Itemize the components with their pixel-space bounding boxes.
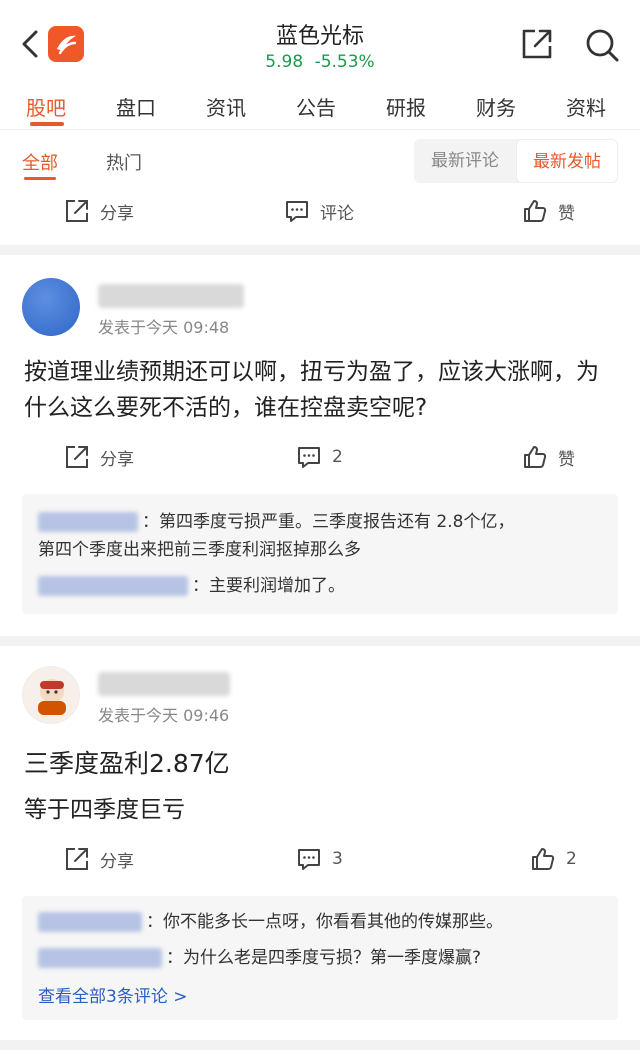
comment-sep: ： xyxy=(142,512,159,532)
post-divider xyxy=(0,636,640,646)
commenter-name-blurred xyxy=(38,912,142,932)
comment-button[interactable]: 3 xyxy=(296,846,343,872)
share-button[interactable]: 分享 xyxy=(64,846,134,872)
share-button[interactable]: 分享 xyxy=(64,198,134,224)
commenter-name-blurred xyxy=(38,512,138,532)
comment-icon xyxy=(298,447,320,468)
tab-news[interactable]: 资讯 xyxy=(206,92,246,121)
like-button[interactable]: 赞 xyxy=(522,444,575,470)
tab-profile[interactable]: 资料 xyxy=(566,92,606,121)
filter-all[interactable]: 全部 xyxy=(22,149,58,175)
comment-item[interactable]: ：第四季度亏损严重。三季度报告还有 2.8个亿， xyxy=(38,508,514,536)
comment-icon xyxy=(298,849,320,870)
search-icon[interactable] xyxy=(584,27,620,63)
like-button[interactable]: 赞 xyxy=(522,198,575,224)
share-button[interactable]: 分享 xyxy=(64,444,134,470)
post-title[interactable]: 三季度盈利2.87亿 xyxy=(24,746,620,782)
comment-text: 你不能多长一点呀，你看看其他的传媒那些。 xyxy=(163,912,503,932)
comment-button[interactable]: 2 xyxy=(296,444,343,470)
sort-latest-comment[interactable]: 最新评论 xyxy=(414,139,516,183)
tab-guba[interactable]: 股吧 xyxy=(26,92,66,121)
username-blurred[interactable] xyxy=(98,284,244,308)
post-divider xyxy=(0,245,640,255)
comment-icon xyxy=(286,201,308,222)
avatar-illustration-icon xyxy=(38,679,66,715)
share-icon[interactable] xyxy=(520,27,554,61)
username-blurred[interactable] xyxy=(98,672,230,696)
post-time: 发表于今天 09:46 xyxy=(98,706,230,725)
share-icon xyxy=(66,848,88,870)
comment-text: 主要利润增加了。 xyxy=(209,576,345,596)
sort-toggle: 最新评论 最新发帖 xyxy=(414,139,618,183)
thumbs-up-icon xyxy=(524,446,547,468)
commenter-name-blurred xyxy=(38,948,162,968)
tab-announcements[interactable]: 公告 xyxy=(296,92,336,121)
comment-text: 第四季度亏损严重。三季度报告还有 2.8个亿， xyxy=(159,512,515,532)
like-button[interactable]: 2 xyxy=(530,846,577,872)
comment-label: 评论 xyxy=(320,203,354,224)
commenter-name-blurred xyxy=(38,576,188,596)
post-text[interactable]: 按道理业绩预期还可以啊，扭亏为盈了，应该大涨啊，为什么这么要死不活的，谁在控盘卖… xyxy=(24,354,620,426)
top-bar: 蓝色光标 5.98 -5.53% xyxy=(0,0,640,80)
tab-finance[interactable]: 财务 xyxy=(476,92,516,121)
stock-change: -5.53% xyxy=(314,52,375,72)
like-label: 赞 xyxy=(558,449,575,470)
share-icon xyxy=(66,446,88,468)
like-count: 2 xyxy=(566,849,577,869)
share-label: 分享 xyxy=(100,851,134,872)
share-label: 分享 xyxy=(100,449,134,470)
thumbs-up-icon xyxy=(532,848,555,870)
comment-item[interactable]: ：主要利润增加了。 xyxy=(38,572,345,600)
like-label: 赞 xyxy=(558,203,575,224)
filter-active-indicator xyxy=(24,177,56,180)
main-tabs: 股吧 盘口 资讯 公告 研报 财务 资料 xyxy=(0,82,640,130)
tab-research[interactable]: 研报 xyxy=(386,92,426,121)
filter-hot[interactable]: 热门 xyxy=(106,149,142,175)
comment-preview-box: ：第四季度亏损严重。三季度报告还有 2.8个亿， 第四个季度出来把前三季度利润抠… xyxy=(22,494,618,614)
share-label: 分享 xyxy=(100,203,134,224)
filter-bar: 全部 热门 最新评论 最新发帖 xyxy=(0,131,640,191)
view-all-comments-link[interactable]: 查看全部3条评论 > xyxy=(38,982,187,1007)
comment-sep: ： xyxy=(192,576,209,596)
comment-count: 3 xyxy=(332,849,343,869)
share-icon xyxy=(66,200,88,222)
tab-active-indicator xyxy=(30,122,64,126)
comment-text: 为什么老是四季度亏损？第一季度爆赢? xyxy=(183,948,482,968)
comment-item[interactable]: ：你不能多长一点呀，你看看其他的传媒那些。 xyxy=(38,908,503,936)
comment-button[interactable]: 评论 xyxy=(284,198,354,224)
comment-text-continued: 第四个季度出来把前三季度利润抠掉那么多 xyxy=(38,540,361,560)
comment-preview-box: ：你不能多长一点呀，你看看其他的传媒那些。 ：为什么老是四季度亏损？第一季度爆赢… xyxy=(22,896,618,1020)
avatar[interactable] xyxy=(22,666,80,724)
post-divider xyxy=(0,1040,640,1050)
stock-price: 5.98 xyxy=(265,52,304,72)
post-text[interactable]: 等于四季度巨亏 xyxy=(24,792,620,828)
post-time: 发表于今天 09:48 xyxy=(98,318,230,337)
comment-item[interactable]: ：为什么老是四季度亏损？第一季度爆赢? xyxy=(38,944,481,972)
thumbs-up-icon xyxy=(524,200,547,222)
avatar[interactable] xyxy=(22,278,80,336)
comment-sep: ： xyxy=(146,912,163,932)
sort-latest-post[interactable]: 最新发帖 xyxy=(516,139,618,183)
tab-pankou[interactable]: 盘口 xyxy=(116,92,156,121)
comment-count: 2 xyxy=(332,447,343,467)
comment-sep: ： xyxy=(166,948,183,968)
